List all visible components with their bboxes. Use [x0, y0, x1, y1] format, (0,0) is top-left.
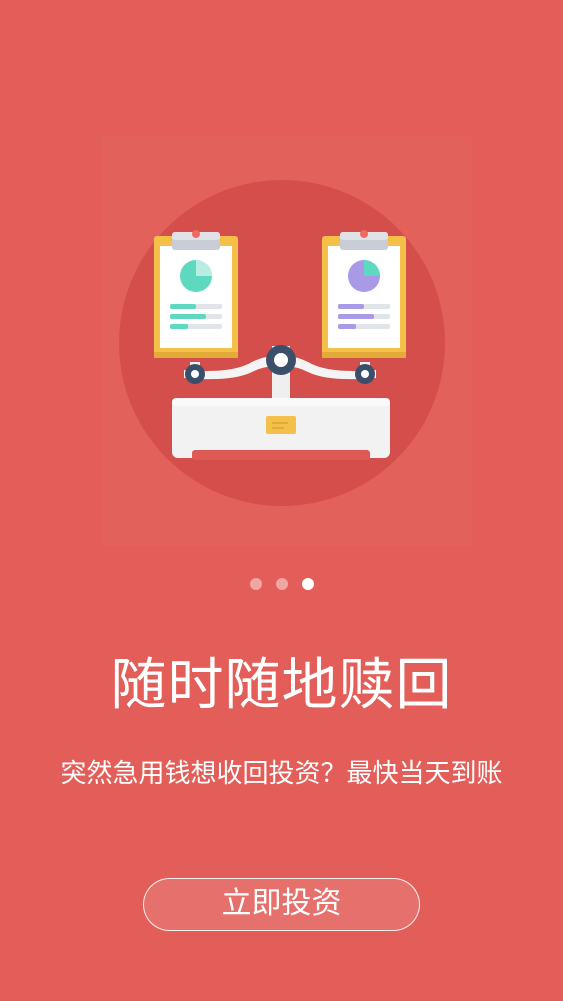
- right-clipboard-icon: [322, 230, 406, 358]
- page-indicator: [0, 578, 563, 592]
- left-clipboard-icon: [154, 230, 238, 358]
- page-title: 随时随地赎回: [110, 653, 453, 718]
- illustration-panel: [102, 136, 472, 546]
- scale-base: [172, 398, 390, 460]
- page-dot-3-active[interactable]: [301, 578, 314, 590]
- onboarding-screen: 随时随地赎回 突然急用钱想收回投资？最快当天到账 立即投资: [0, 0, 563, 1001]
- page-dot-2[interactable]: [275, 578, 288, 590]
- balance-scale-icon: [119, 180, 445, 506]
- invest-now-button[interactable]: 立即投资: [143, 878, 420, 931]
- page-dot-1[interactable]: [249, 578, 262, 590]
- page-subtitle: 突然急用钱想收回投资？最快当天到账: [60, 759, 503, 789]
